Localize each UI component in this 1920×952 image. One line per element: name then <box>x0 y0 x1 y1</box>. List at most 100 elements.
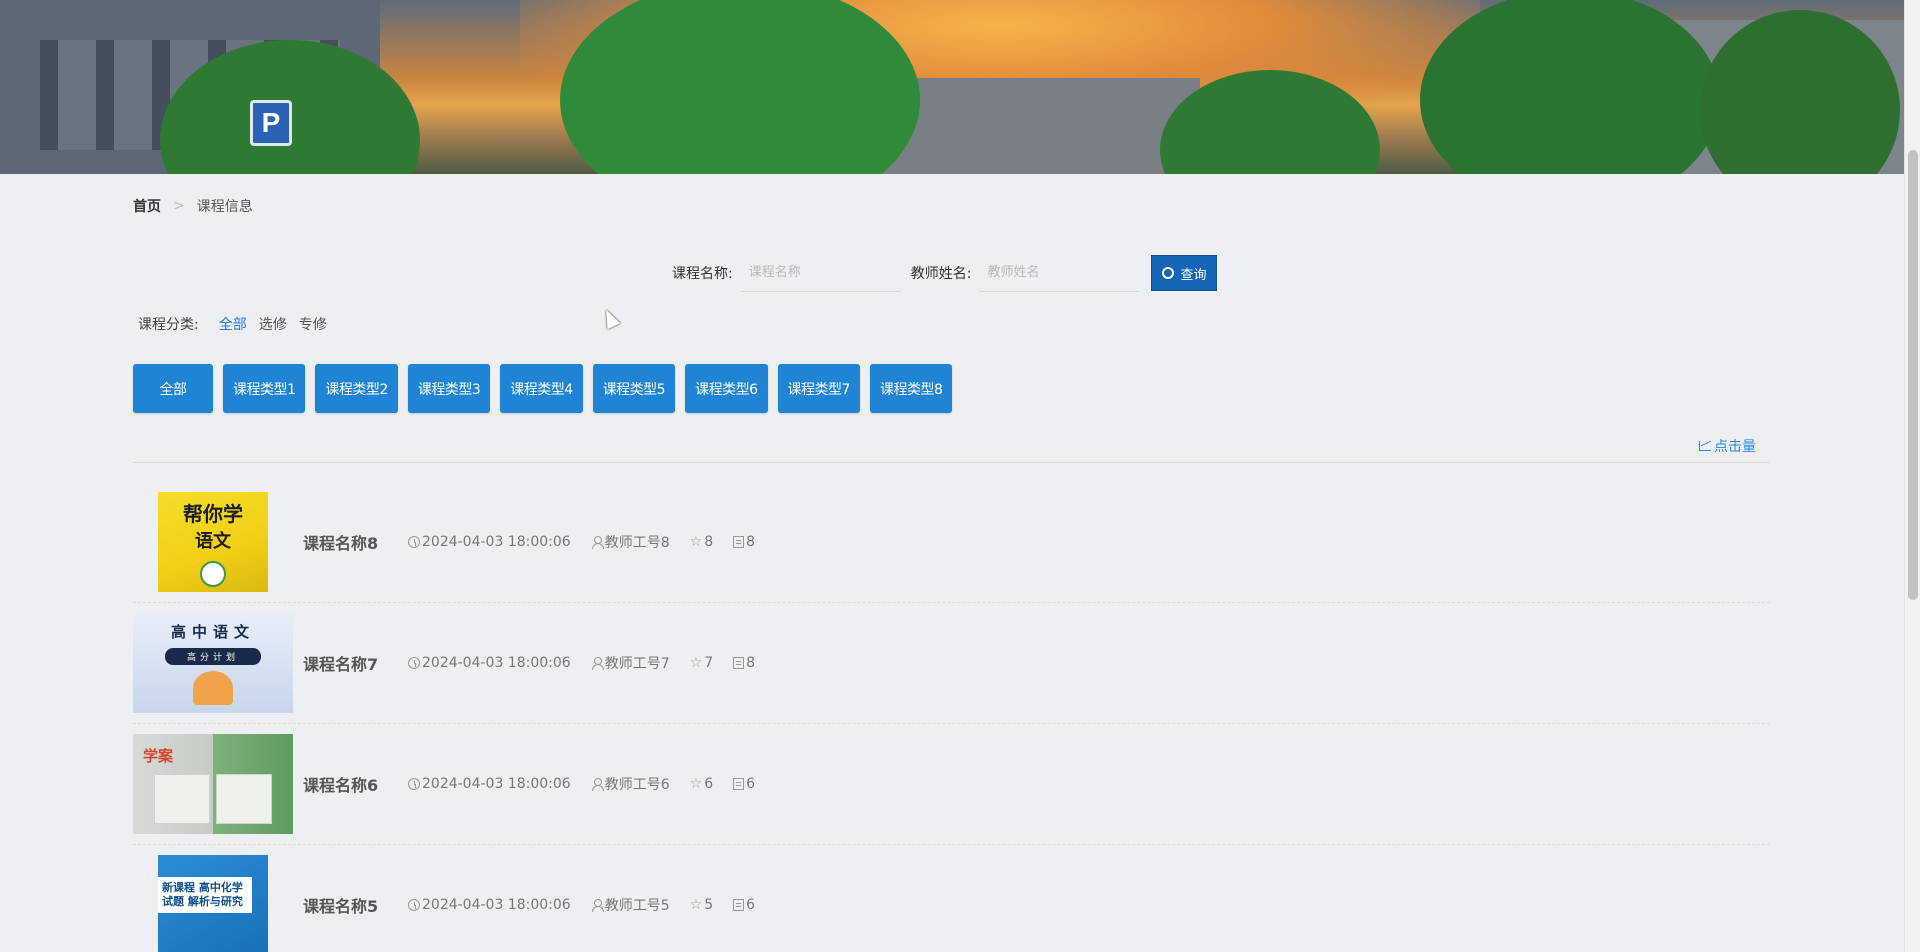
type-button-7[interactable]: 课程类型7 <box>777 364 860 413</box>
course-cover-image: 学案 <box>133 734 293 834</box>
banner-tree <box>1420 0 1720 174</box>
course-row[interactable]: 高中语文 高分计划 课程名称7 2024-04-03 18:00:06 教师工号… <box>133 603 1770 724</box>
course-stars: 6 <box>704 776 714 792</box>
breadcrumb-home-link[interactable]: 首页 <box>133 196 161 216</box>
cover-subtitle: 高分计划 <box>164 648 261 665</box>
star-icon: ☆ <box>689 897 703 913</box>
teacher-name-label: 教师姓名: <box>910 266 972 282</box>
course-title[interactable]: 课程名称8 <box>303 530 408 554</box>
course-meta: 2024-04-03 18:00:06 教师工号8 ☆ 8 8 <box>408 532 755 552</box>
category-option-all[interactable]: 全部 <box>219 314 247 334</box>
course-stars: 7 <box>704 655 714 671</box>
clock-icon <box>408 657 420 669</box>
banner-image: P <box>0 0 1904 174</box>
course-time: 2024-04-03 18:00:06 <box>422 897 571 913</box>
course-cover-image: 帮你学 语文 <box>158 492 268 592</box>
cover-illustration <box>193 671 233 705</box>
document-icon <box>733 536 745 548</box>
course-teacher: 教师工号8 <box>604 535 670 551</box>
search-icon <box>1162 267 1175 279</box>
course-teacher: 教师工号7 <box>604 656 670 672</box>
category-filter: 课程分类: 全部 选修 专修 <box>138 314 327 334</box>
course-count: 8 <box>746 534 756 550</box>
clock-icon <box>408 778 420 790</box>
star-icon: ☆ <box>689 534 703 550</box>
category-option-major[interactable]: 专修 <box>299 314 327 334</box>
document-icon <box>733 657 745 669</box>
course-count: 8 <box>746 655 756 671</box>
course-row[interactable]: 新课程 高中化学试题 解析与研究 课程名称5 2024-04-03 18:00:… <box>133 845 1770 952</box>
banner-building-middle <box>880 78 1200 174</box>
clock-icon <box>408 899 420 911</box>
sort-by-clicks-link[interactable]: 点击量 <box>1699 436 1756 456</box>
cover-subtitle: 语文 <box>195 530 231 552</box>
sort-by-clicks-label: 点击量 <box>1714 439 1756 455</box>
course-time: 2024-04-03 18:00:06 <box>422 655 571 671</box>
scrollbar-thumb[interactable] <box>1908 150 1918 600</box>
course-title[interactable]: 课程名称7 <box>303 651 408 675</box>
type-button-all[interactable]: 全部 <box>133 364 213 413</box>
course-cover-image: 新课程 高中化学试题 解析与研究 <box>158 855 268 952</box>
course-row[interactable]: 帮你学 语文 课程名称8 2024-04-03 18:00:06 教师工号8 ☆… <box>133 482 1770 603</box>
type-button-5[interactable]: 课程类型5 <box>592 364 676 413</box>
type-button-4[interactable]: 课程类型4 <box>500 364 583 413</box>
cover-title: 帮你学 <box>183 501 243 526</box>
cover-pages <box>154 773 272 824</box>
category-option-elective[interactable]: 选修 <box>259 314 287 334</box>
search-button-label: 查询 <box>1180 267 1207 283</box>
course-cover[interactable]: 高中语文 高分计划 <box>133 613 293 713</box>
document-icon <box>733 899 745 911</box>
parking-sign: P <box>250 100 292 146</box>
breadcrumb: 首页 > 课程信息 <box>133 196 253 216</box>
cover-badge-icon <box>200 560 226 587</box>
course-list: 帮你学 语文 课程名称8 2024-04-03 18:00:06 教师工号8 ☆… <box>133 482 1770 952</box>
course-title[interactable]: 课程名称5 <box>303 893 408 917</box>
type-button-2[interactable]: 课程类型2 <box>315 364 398 413</box>
course-meta: 2024-04-03 18:00:06 教师工号5 ☆ 5 6 <box>408 895 755 915</box>
user-icon <box>591 535 604 549</box>
course-teacher: 教师工号6 <box>604 777 670 793</box>
course-count: 6 <box>746 776 756 792</box>
course-count: 6 <box>746 897 756 913</box>
course-stars: 8 <box>704 534 714 550</box>
cover-title: 新课程 高中化学试题 解析与研究 <box>158 877 252 913</box>
course-name-label: 课程名称: <box>672 266 733 282</box>
category-label: 课程分类: <box>138 317 199 333</box>
course-cover[interactable]: 新课程 高中化学试题 解析与研究 <box>133 855 293 952</box>
course-type-buttons: 全部 课程类型1 课程类型2 课程类型3 课程类型4 课程类型5 课程类型6 课… <box>133 364 953 413</box>
clock-icon <box>408 536 420 548</box>
course-cover-image: 高中语文 高分计划 <box>133 613 293 713</box>
star-icon: ☆ <box>689 776 703 792</box>
course-row[interactable]: 学案 课程名称6 2024-04-03 18:00:06 教师工号6 ☆ 6 6 <box>133 724 1770 845</box>
mouse-cursor <box>599 306 621 330</box>
course-meta: 2024-04-03 18:00:06 教师工号6 ☆ 6 6 <box>408 774 755 794</box>
cover-title: 学案 <box>143 746 174 765</box>
breadcrumb-separator: > <box>173 198 185 214</box>
type-button-3[interactable]: 课程类型3 <box>407 364 491 413</box>
search-button[interactable]: 查询 <box>1151 255 1218 291</box>
banner-tree <box>560 0 920 174</box>
course-stars: 5 <box>704 897 714 913</box>
type-button-8[interactable]: 课程类型8 <box>869 364 953 413</box>
user-icon <box>591 777 604 791</box>
teacher-name-input[interactable] <box>979 254 1140 292</box>
user-icon <box>591 898 604 912</box>
breadcrumb-current: 课程信息 <box>196 199 253 215</box>
course-cover[interactable]: 学案 <box>133 734 293 834</box>
type-button-6[interactable]: 课程类型6 <box>685 364 768 413</box>
trend-chart-icon <box>1699 441 1711 451</box>
course-title[interactable]: 课程名称6 <box>303 772 408 796</box>
document-icon <box>733 778 745 790</box>
search-bar: 课程名称: 教师姓名: 查询 <box>672 254 1218 292</box>
star-icon: ☆ <box>689 655 703 671</box>
course-time: 2024-04-03 18:00:06 <box>422 776 571 792</box>
course-name-input[interactable] <box>740 254 901 292</box>
course-cover[interactable]: 帮你学 语文 <box>133 492 293 592</box>
course-meta: 2024-04-03 18:00:06 教师工号7 ☆ 7 8 <box>408 653 755 673</box>
type-button-1[interactable]: 课程类型1 <box>223 364 306 413</box>
user-icon <box>591 656 604 670</box>
course-time: 2024-04-03 18:00:06 <box>422 534 571 550</box>
sort-bar: 点击量 <box>133 430 1770 463</box>
page-scrollbar[interactable] <box>1904 0 1920 952</box>
course-teacher: 教师工号5 <box>604 898 670 914</box>
